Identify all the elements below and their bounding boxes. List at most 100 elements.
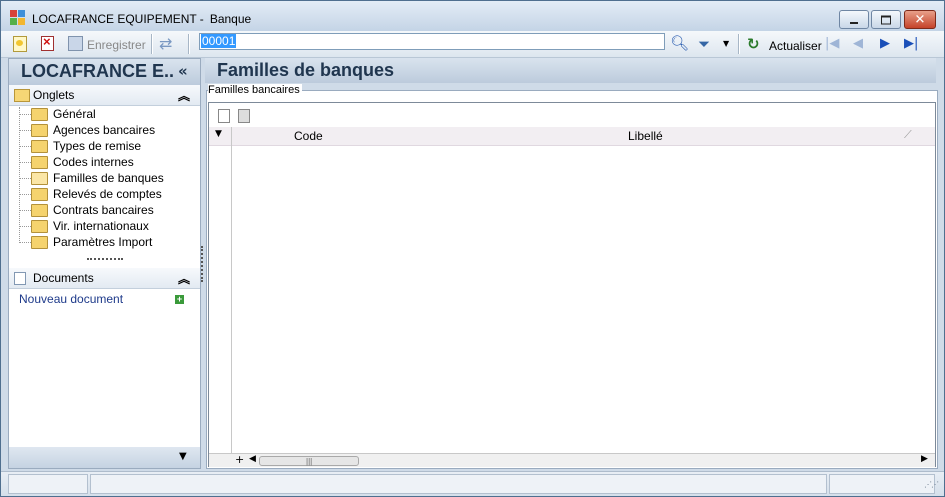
tab-releves-de-comptes[interactable]: Relevés de comptes: [9, 186, 200, 202]
new-record-icon[interactable]: [13, 36, 27, 52]
chevron-up-icon[interactable]: ︽: [178, 87, 190, 104]
title-bar: LOCAFRANCE EQUIPEMENT - Banque ✕: [1, 1, 944, 31]
left-panel-footer: ▼: [9, 447, 200, 468]
maximize-button[interactable]: [871, 10, 901, 29]
open-folder-icon: [31, 172, 48, 185]
tree-connector: [19, 210, 31, 211]
tab-label: Vir. internationaux: [53, 219, 149, 233]
delete-icon[interactable]: [41, 34, 54, 51]
toolbar-separator: [151, 34, 153, 54]
horizontal-scrollbar[interactable]: + ◀ ||| ▶: [209, 453, 935, 467]
tab-familles-de-banques[interactable]: Familles de banques: [9, 170, 200, 186]
status-cell: [90, 474, 827, 494]
chevron-up-icon[interactable]: ︽: [178, 270, 190, 287]
save-button[interactable]: Enregistrer: [87, 38, 146, 52]
page-title: Familles de banques: [217, 60, 395, 80]
tab-codes-internes[interactable]: Codes internes: [9, 154, 200, 170]
folder-icon: [31, 188, 48, 201]
tree-connector: [19, 146, 31, 147]
grip-icon: |||: [306, 457, 313, 466]
tab-label: Paramètres Import: [53, 235, 153, 249]
filter-icon[interactable]: ⏷: [698, 36, 714, 52]
tab-label: Général: [53, 107, 96, 121]
sync-icon[interactable]: ⇄: [159, 36, 175, 52]
grid-header: Code Libellé ⟋: [209, 127, 935, 146]
new-document-link[interactable]: Nouveau document: [19, 292, 123, 306]
tab-label: Contrats bancaires: [53, 203, 154, 217]
status-bar: ⋰⋰: [1, 471, 944, 496]
status-cell: [829, 474, 935, 494]
delete-row-icon[interactable]: [238, 109, 250, 123]
search-icon[interactable]: 🔍︎: [670, 35, 689, 51]
tab-label: Familles de banques: [53, 171, 164, 185]
close-button[interactable]: ✕: [904, 10, 936, 29]
resize-grip-icon[interactable]: ⋰⋰: [924, 480, 939, 489]
first-record-icon[interactable]: |◀: [825, 36, 841, 52]
column-header-libelle[interactable]: Libellé: [628, 129, 663, 143]
maximize-icon: [881, 15, 891, 24]
window-module-name: Banque: [209, 12, 252, 26]
tab-label: Agences bancaires: [53, 123, 156, 137]
app-icon: [10, 10, 26, 26]
panel-resize-handle[interactable]: [201, 246, 203, 282]
left-panel-header: LOCAFRANCE E.. «: [9, 59, 200, 85]
tree-connector: [19, 130, 31, 131]
main-panel-header: Familles de banques: [205, 58, 936, 83]
next-record-icon[interactable]: ▶: [880, 36, 896, 52]
tab-agences-bancaires[interactable]: Agences bancaires: [9, 122, 200, 138]
document-icon: [14, 272, 26, 285]
left-navigation-panel: LOCAFRANCE E.. « Onglets ︽ Général Agenc…: [8, 58, 201, 469]
chevron-down-icon[interactable]: ▼: [179, 451, 187, 462]
tab-general[interactable]: Général: [9, 106, 200, 122]
scroll-left-icon[interactable]: ◀: [249, 454, 256, 464]
tab-label: Codes internes: [53, 155, 134, 169]
application-window: LOCAFRANCE EQUIPEMENT - Banque ✕ Enregist…: [0, 0, 945, 497]
search-input-value: 00001: [201, 34, 237, 48]
add-document-icon[interactable]: +: [175, 295, 184, 304]
folder-icon: [31, 204, 48, 217]
scroll-right-icon[interactable]: ▶: [921, 454, 928, 464]
folder-icon: [31, 156, 48, 169]
minimize-button[interactable]: [839, 10, 869, 29]
tree-connector: [19, 114, 31, 115]
close-icon: ✕: [914, 12, 926, 27]
minimize-icon: [850, 21, 858, 24]
last-record-icon[interactable]: ▶|: [904, 36, 920, 52]
row-indicator-icon: ▼: [215, 129, 222, 139]
window-app-name: LOCAFRANCE EQUIPEMENT -: [32, 12, 204, 26]
folder-icon: [31, 140, 48, 153]
tree-connector: [19, 194, 31, 195]
tab-contrats-bancaires[interactable]: Contrats bancaires: [9, 202, 200, 218]
search-input[interactable]: [199, 33, 665, 50]
filter-dropdown-icon[interactable]: ▼: [723, 39, 731, 48]
folder-icon: [14, 89, 30, 102]
refresh-button[interactable]: Actualiser: [769, 39, 822, 53]
tree-connector: [19, 242, 31, 243]
folder-icon: [31, 236, 48, 249]
scrollbar-thumb[interactable]: |||: [259, 456, 359, 466]
tab-parametres-import[interactable]: Paramètres Import: [9, 234, 200, 250]
toolbar-separator: [738, 34, 740, 54]
column-header-code[interactable]: Code: [294, 129, 323, 143]
column-filter-icon[interactable]: ⟋: [904, 128, 912, 142]
tabs-section-label: Onglets: [33, 88, 75, 102]
documents-section-label: Documents: [33, 271, 94, 285]
status-cell: [8, 474, 88, 494]
tabs-section-header[interactable]: Onglets ︽: [9, 85, 200, 106]
tree-connector: [19, 178, 31, 179]
save-icon[interactable]: [68, 36, 83, 51]
folder-icon: [31, 108, 48, 121]
window-title: LOCAFRANCE EQUIPEMENT - Banque: [32, 12, 257, 26]
tab-label: Types de remise: [53, 139, 142, 153]
refresh-icon[interactable]: ↻: [747, 36, 763, 52]
documents-section-header[interactable]: Documents ︽: [9, 268, 200, 289]
expand-icon[interactable]: +: [235, 453, 244, 466]
previous-record-icon[interactable]: ◀: [853, 36, 869, 52]
group-box-label: Familles bancaires: [208, 84, 302, 96]
row-indicator-column: ▼: [209, 127, 232, 453]
section-splitter-handle[interactable]: [87, 258, 123, 260]
collapse-panel-icon[interactable]: «: [178, 62, 188, 80]
add-row-icon[interactable]: [218, 109, 230, 123]
tab-types-de-remise[interactable]: Types de remise: [9, 138, 200, 154]
tab-vir-internationaux[interactable]: Vir. internationaux: [9, 218, 200, 234]
